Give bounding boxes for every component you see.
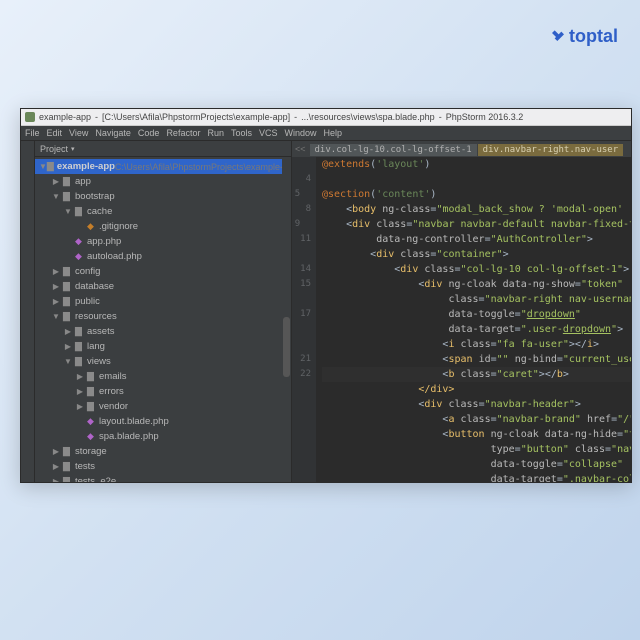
line-gutter[interactable]: 4 5 8 9 11 14 15 17 21 22 xyxy=(292,157,316,482)
tree-row-storage[interactable]: ▶▇storage xyxy=(35,444,291,459)
tree-row-spa-blade-php[interactable]: ◆spa.blade.php xyxy=(35,429,291,444)
tree-row-cache[interactable]: ▼▇cache xyxy=(35,204,291,219)
project-panel-title: Project xyxy=(40,144,68,154)
breadcrumb-item[interactable]: div.col-lg-10.col-lg-offset-1 xyxy=(310,144,477,156)
tree-row-config[interactable]: ▶▇config xyxy=(35,264,291,279)
menu-window[interactable]: Window xyxy=(285,128,317,138)
menu-edit[interactable]: Edit xyxy=(47,128,63,138)
tree-row-bootstrap[interactable]: ▼▇bootstrap xyxy=(35,189,291,204)
menu-refactor[interactable]: Refactor xyxy=(166,128,200,138)
tree-row-vendor[interactable]: ▶▇vendor xyxy=(35,399,291,414)
menu-file[interactable]: File xyxy=(25,128,40,138)
toptal-icon xyxy=(550,29,566,45)
tree-row-assets[interactable]: ▶▇assets xyxy=(35,324,291,339)
ide-window: example-app - [C:\Users\Afila\PhpstormPr… xyxy=(20,108,632,483)
project-panel: Project ▾ ▼▇example-app C:\Users\Afila\P… xyxy=(35,141,292,482)
breadcrumb-lead: << xyxy=(292,144,309,154)
tree-row--gitignore[interactable]: ◆.gitignore xyxy=(35,219,291,234)
tree-row-tests[interactable]: ▶▇tests xyxy=(35,459,291,474)
menu-tools[interactable]: Tools xyxy=(231,128,252,138)
left-toolstrip[interactable] xyxy=(21,141,35,482)
tree-scrollbar-thumb[interactable] xyxy=(283,317,290,377)
brand-text: toptal xyxy=(569,26,618,47)
app-icon xyxy=(25,112,35,122)
menubar: File Edit View Navigate Code Refactor Run Tools… xyxy=(21,126,631,141)
tree-row-emails[interactable]: ▶▇emails xyxy=(35,369,291,384)
project-tree[interactable]: ▼▇example-app C:\Users\Afila\PhpstormPro… xyxy=(35,157,291,482)
titlebar-file: ...\resources\views\spa.blade.php xyxy=(301,112,435,122)
breadcrumb-item[interactable]: div.navbar-right.nav-user xyxy=(478,144,623,156)
editor-breadcrumb[interactable]: << div.col-lg-10.col-lg-offset-1div.navb… xyxy=(292,141,631,157)
code-area[interactable]: 4 5 8 9 11 14 15 17 21 22 @extends('layo… xyxy=(292,157,631,482)
tree-row-example-app[interactable]: ▼▇example-app C:\Users\Afila\PhpstormPro… xyxy=(35,159,291,174)
tree-row-autoload-php[interactable]: ◆autoload.php xyxy=(35,249,291,264)
tree-row-layout-blade-php[interactable]: ◆layout.blade.php xyxy=(35,414,291,429)
tree-scrollbar[interactable] xyxy=(282,157,291,482)
menu-vcs[interactable]: VCS xyxy=(259,128,278,138)
titlebar-path: [C:\Users\Afila\PhpstormProjects\example… xyxy=(102,112,290,122)
menu-help[interactable]: Help xyxy=(324,128,343,138)
titlebar-product: PhpStorm 2016.3.2 xyxy=(446,112,524,122)
tree-row-public[interactable]: ▶▇public xyxy=(35,294,291,309)
code-content[interactable]: @extends('layout') @section('content') <… xyxy=(316,157,631,482)
tree-row-lang[interactable]: ▶▇lang xyxy=(35,339,291,354)
tree-row-app-php[interactable]: ◆app.php xyxy=(35,234,291,249)
menu-code[interactable]: Code xyxy=(138,128,160,138)
editor: << div.col-lg-10.col-lg-offset-1div.navb… xyxy=(292,141,631,482)
window-titlebar[interactable]: example-app - [C:\Users\Afila\PhpstormPr… xyxy=(21,109,631,126)
menu-view[interactable]: View xyxy=(69,128,88,138)
titlebar-app: example-app xyxy=(39,112,91,122)
project-panel-header[interactable]: Project ▾ xyxy=(35,141,291,157)
menu-run[interactable]: Run xyxy=(207,128,224,138)
menu-navigate[interactable]: Navigate xyxy=(95,128,131,138)
tree-row-views[interactable]: ▼▇views xyxy=(35,354,291,369)
brand-logo: toptal xyxy=(550,26,618,47)
tree-row-tests-e2e[interactable]: ▶▇tests_e2e xyxy=(35,474,291,482)
tree-row-app[interactable]: ▶▇app xyxy=(35,174,291,189)
tree-row-errors[interactable]: ▶▇errors xyxy=(35,384,291,399)
tree-row-resources[interactable]: ▼▇resources xyxy=(35,309,291,324)
tree-row-database[interactable]: ▶▇database xyxy=(35,279,291,294)
